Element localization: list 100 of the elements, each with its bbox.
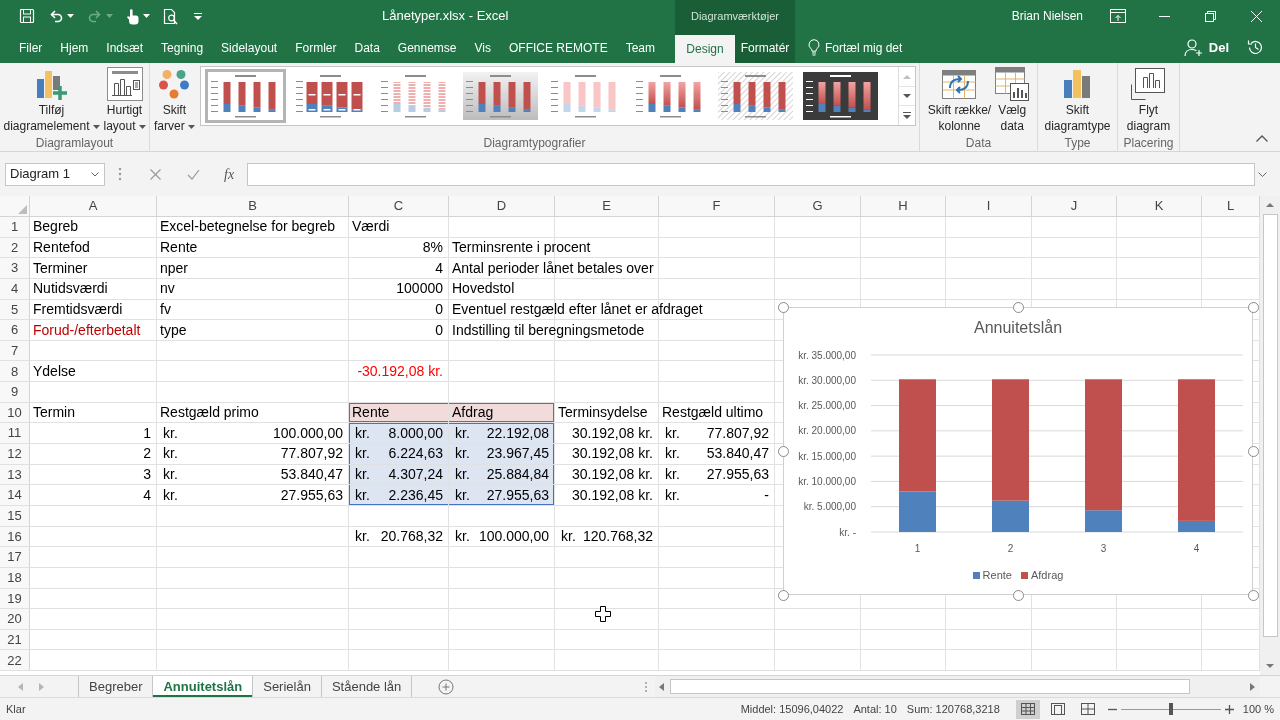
save-icon[interactable] bbox=[19, 8, 35, 24]
sheet-number: 4 bbox=[435, 258, 443, 278]
caret-icon[interactable] bbox=[143, 14, 150, 18]
table-arrows-icon bbox=[942, 67, 977, 100]
ribbon-tab[interactable]: Team bbox=[616, 32, 664, 63]
history-icon[interactable] bbox=[1247, 39, 1264, 56]
ribbon-tab[interactable]: Hjem bbox=[51, 32, 98, 63]
row-header[interactable]: 17 bbox=[0, 547, 29, 567]
column-header[interactable]: J bbox=[1032, 196, 1116, 216]
quick-layout-button[interactable]: Hurtigt layout bbox=[101, 66, 148, 134]
ribbon-tab[interactable]: Gennemse bbox=[388, 32, 466, 63]
check-icon[interactable] bbox=[187, 168, 200, 180]
row-header[interactable]: 3 bbox=[0, 258, 29, 278]
add-sheet-icon[interactable] bbox=[438, 678, 455, 695]
scroll-right-icon[interactable] bbox=[1250, 682, 1255, 691]
collapse-ribbon-icon[interactable] bbox=[1256, 135, 1268, 142]
formula-field[interactable] bbox=[247, 162, 1255, 186]
row-header[interactable]: 22 bbox=[0, 650, 29, 671]
ribbon-tab[interactable]: Indsæt bbox=[97, 32, 153, 63]
axis-label: kr. 25.000,00 bbox=[798, 400, 856, 412]
row-header[interactable]: 1 bbox=[0, 217, 29, 237]
scrollbar-thumb[interactable] bbox=[1262, 214, 1278, 637]
sheet-tab[interactable]: Annuitetslån bbox=[153, 676, 254, 697]
ribbon-tab[interactable]: Tegning bbox=[152, 32, 213, 63]
more-caret-icon[interactable] bbox=[902, 112, 911, 120]
close-icon[interactable] bbox=[1250, 10, 1262, 22]
column-header[interactable]: I bbox=[946, 196, 1031, 216]
sheet-text: Indstilling til beregningsmetode bbox=[452, 320, 645, 340]
zoom-slider-thumb[interactable] bbox=[1168, 703, 1173, 715]
resize-handle[interactable] bbox=[777, 301, 789, 313]
column-header[interactable]: D bbox=[449, 196, 554, 216]
sheet-text: Forud-/efterbetalt bbox=[33, 320, 141, 340]
cancel-icon[interactable] bbox=[150, 168, 161, 180]
resize-handle[interactable] bbox=[1247, 589, 1259, 601]
column-header[interactable]: B bbox=[157, 196, 348, 216]
row-header[interactable]: 9 bbox=[0, 382, 29, 402]
column-header[interactable]: E bbox=[555, 196, 658, 216]
column-header[interactable]: F bbox=[659, 196, 774, 216]
name-box[interactable]: Diagram 1 bbox=[5, 162, 105, 186]
resize-handle[interactable] bbox=[1012, 589, 1024, 601]
expand-caret-icon[interactable] bbox=[1258, 171, 1267, 177]
scroll-down-icon[interactable] bbox=[902, 93, 911, 99]
row-header[interactable]: 20 bbox=[0, 609, 29, 629]
ribbon-tab[interactable]: Formler bbox=[286, 32, 346, 63]
resize-handle[interactable] bbox=[1247, 301, 1259, 313]
column-header[interactable]: K bbox=[1117, 196, 1201, 216]
column-header[interactable]: H bbox=[861, 196, 945, 216]
scroll-down-icon[interactable] bbox=[1266, 664, 1274, 669]
ribbon-tab[interactable]: OFFICE REMOTE bbox=[500, 32, 617, 63]
ribbon-display-options-icon[interactable] bbox=[1110, 9, 1126, 23]
vertical-dots-icon[interactable] bbox=[644, 680, 648, 693]
sheet-text: Rente bbox=[352, 403, 390, 423]
resize-handle[interactable] bbox=[1012, 301, 1024, 313]
row-header[interactable]: 14 bbox=[0, 485, 29, 505]
zoom-level[interactable]: 100 % bbox=[1242, 700, 1274, 718]
insert-function-button[interactable]: fx bbox=[224, 163, 235, 185]
resize-handle[interactable] bbox=[777, 445, 789, 457]
sheet-number: 8% bbox=[422, 237, 443, 257]
sheet-number: 30.192,08 kr. bbox=[572, 444, 653, 464]
normal-view-button[interactable] bbox=[1015, 699, 1040, 719]
select-data-button[interactable]: Vælg data bbox=[993, 66, 1032, 134]
ribbon-tab[interactable]: Filer bbox=[10, 32, 52, 63]
ribbon-tab[interactable]: Sidelayout bbox=[212, 32, 287, 63]
hand-icon[interactable] bbox=[126, 7, 140, 25]
resize-handle[interactable] bbox=[777, 589, 789, 601]
row-header[interactable]: 12 bbox=[0, 444, 29, 464]
change-colors-button[interactable]: Skift farver bbox=[152, 66, 197, 134]
vertical-dots-icon[interactable] bbox=[118, 167, 122, 181]
row-header[interactable]: 11 bbox=[0, 423, 29, 444]
column-header[interactable]: A bbox=[30, 196, 156, 216]
tell-me-button[interactable]: Fortæl mig det bbox=[808, 32, 903, 63]
caret-icon[interactable] bbox=[67, 14, 74, 18]
amount: 77.807,92 bbox=[280, 444, 343, 464]
page-break-icon bbox=[1080, 703, 1095, 715]
customize-caret-icon[interactable] bbox=[194, 12, 202, 20]
scrollbar-thumb[interactable] bbox=[670, 679, 1190, 694]
column-header[interactable]: C bbox=[349, 196, 448, 216]
ribbon-tab[interactable]: Design bbox=[675, 35, 735, 63]
column-header[interactable]: L bbox=[1202, 196, 1259, 216]
row-header[interactable]: 8 bbox=[0, 361, 29, 382]
sheet-number: 30.192,08 kr. bbox=[572, 465, 653, 484]
scroll-up-icon[interactable] bbox=[1266, 202, 1274, 207]
document-search-icon[interactable] bbox=[163, 7, 178, 25]
zoom-slider-track[interactable] bbox=[1120, 702, 1221, 716]
undo-icon[interactable] bbox=[48, 8, 64, 24]
resize-handle[interactable] bbox=[1247, 445, 1259, 457]
ribbon-tab[interactable]: Data bbox=[345, 32, 389, 63]
column-header[interactable]: G bbox=[775, 196, 860, 216]
move-chart-button[interactable]: Flyt diagram bbox=[1124, 66, 1173, 134]
change-chart-type-button[interactable]: Skift diagramtype bbox=[1042, 66, 1113, 134]
add-chart-element-button[interactable]: Tilføj diagramelement bbox=[1, 66, 102, 134]
share-button[interactable]: Del bbox=[1183, 32, 1229, 63]
zoom-in-icon[interactable] bbox=[1224, 704, 1234, 714]
ribbon-tab[interactable]: Formatér bbox=[735, 32, 795, 63]
amount: 20.768,32 bbox=[380, 526, 443, 546]
ribbon-tab[interactable]: Vis bbox=[465, 32, 500, 63]
switch-row-column-button[interactable]: Skift række/ kolonne bbox=[925, 66, 994, 134]
row-header[interactable]: 6 bbox=[0, 320, 29, 340]
scroll-left-icon[interactable] bbox=[659, 682, 664, 691]
restore-icon[interactable] bbox=[1204, 10, 1216, 22]
